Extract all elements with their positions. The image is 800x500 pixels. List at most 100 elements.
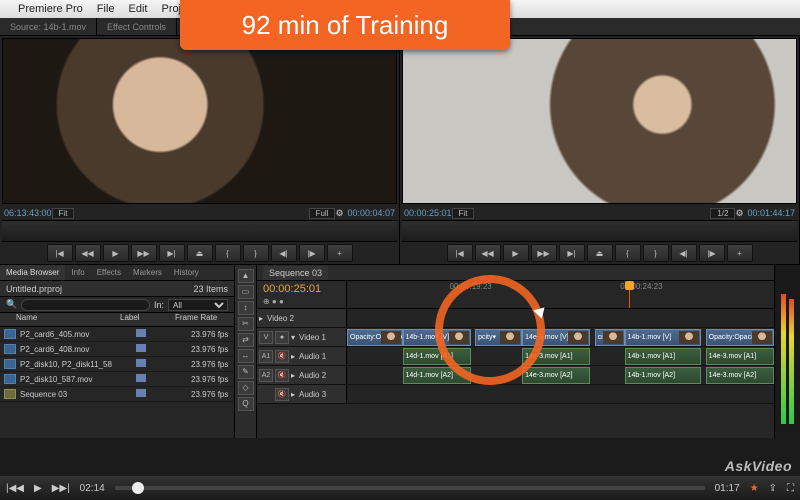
menu-project[interactable]: Proj [162, 3, 182, 15]
filter-in-select[interactable]: All [168, 299, 228, 311]
transport-button-8[interactable]: ◀| [671, 244, 697, 262]
star-icon[interactable]: ★ [750, 483, 759, 494]
tool-2[interactable]: ↕ [238, 301, 254, 315]
transport-button-7[interactable]: } [243, 244, 269, 262]
project-item[interactable]: P2_disk10, P2_disk11_5823.976 fps [0, 357, 234, 372]
source-res[interactable]: Full [309, 208, 336, 219]
timeline-clip[interactable]: 14e-3.mov [V] [522, 329, 590, 346]
playhead[interactable] [629, 281, 630, 308]
source-scrub-bar[interactable] [2, 220, 397, 242]
mute-button[interactable]: 🔇 [275, 369, 289, 382]
source-video[interactable] [2, 38, 397, 204]
transport-button-3[interactable]: ▶▶ [131, 244, 157, 262]
program-res[interactable]: 1/2 [710, 208, 735, 219]
settings-icon[interactable]: ⚙ [735, 208, 747, 219]
col-name[interactable]: Name [0, 313, 120, 326]
tool-4[interactable]: ⇄ [238, 333, 254, 347]
settings-icon[interactable]: ⚙ [335, 208, 347, 219]
mute-button[interactable]: 🔇 [275, 388, 289, 401]
tool-8[interactable]: Q [238, 397, 254, 411]
timeline-clip[interactable]: 14d-1.mov [A1] [403, 348, 471, 365]
transport-button-1[interactable]: ◀◀ [75, 244, 101, 262]
transport-button-8[interactable]: ◀| [271, 244, 297, 262]
timeline-timecode[interactable]: 00:00:25:01 [263, 283, 346, 295]
transport-button-4[interactable]: ▶| [159, 244, 185, 262]
progress-knob[interactable] [132, 482, 144, 494]
timeline-clip[interactable]: 14e-3.mov [A2] [522, 367, 590, 384]
tool-1[interactable]: ▭ [238, 285, 254, 299]
transport-button-7[interactable]: } [643, 244, 669, 262]
tool-7[interactable]: ◇ [238, 381, 254, 395]
transport-button-6[interactable]: { [615, 244, 641, 262]
disclosure-icon[interactable]: ▾ [291, 333, 295, 342]
timeline-clip[interactable]: 14b-1.mov [A2] [625, 367, 702, 384]
timeline-clip[interactable]: 14e-3.mov [A1] [706, 348, 774, 365]
timeline-clip[interactable]: 14b-1.mov [V] [403, 329, 471, 346]
timeline-ruler[interactable]: 00:00:19:23 00:00:24:23 [347, 281, 774, 308]
transport-button-5[interactable]: ⏏ [187, 244, 213, 262]
transport-button-1[interactable]: ◀◀ [475, 244, 501, 262]
project-search-input[interactable] [21, 299, 150, 311]
program-zoom[interactable]: Fit [452, 208, 475, 219]
timeline-opts[interactable]: ⊕ ● ● [263, 297, 346, 306]
menu-edit[interactable]: Edit [129, 3, 148, 15]
program-scrub-bar[interactable] [402, 220, 797, 242]
timeline-clip[interactable]: city▾ [595, 329, 625, 346]
project-item[interactable]: P2_card6_405.mov23.976 fps [0, 327, 234, 342]
transport-button-10[interactable]: + [327, 244, 353, 262]
timeline-clip[interactable]: Opacity:Opacity▾ [347, 329, 403, 346]
col-framerate[interactable]: Frame Rate [175, 313, 234, 326]
timeline-clip[interactable]: Opacity:Opacity▾ [706, 329, 774, 346]
fullscreen-icon[interactable]: ⛶ [787, 483, 794, 494]
timeline-clip[interactable]: 14d-1.mov [A2] [403, 367, 471, 384]
tool-0[interactable]: ▲ [238, 269, 254, 283]
transport-button-2[interactable]: ▶ [503, 244, 529, 262]
player-play-button[interactable]: ▶ [34, 483, 42, 494]
transport-button-5[interactable]: ⏏ [587, 244, 613, 262]
tab-markers[interactable]: Markers [127, 265, 168, 280]
project-item[interactable]: P2_card6_408.mov23.976 fps [0, 342, 234, 357]
tab-history[interactable]: History [168, 265, 205, 280]
track-target-v[interactable]: V [259, 331, 273, 344]
mute-button[interactable]: 🔇 [275, 350, 289, 363]
program-video[interactable] [402, 38, 797, 204]
timeline-clip[interactable]: pcity▾ [475, 329, 522, 346]
disclosure-icon[interactable]: ▸ [259, 314, 263, 323]
project-item[interactable]: P2_disk10_587.mov23.976 fps [0, 372, 234, 387]
transport-button-0[interactable]: |◀ [47, 244, 73, 262]
timeline-clip[interactable]: 14e-3.mov [A2] [706, 367, 774, 384]
timeline-clip[interactable]: 14e-3.mov [A1] [522, 348, 590, 365]
tool-5[interactable]: ↔ [238, 349, 254, 363]
source-zoom[interactable]: Fit [52, 208, 75, 219]
transport-button-9[interactable]: |▶ [699, 244, 725, 262]
player-prev-button[interactable]: |◀◀ [6, 483, 24, 494]
transport-button-4[interactable]: ▶| [559, 244, 585, 262]
transport-button-0[interactable]: |◀ [447, 244, 473, 262]
transport-button-10[interactable]: + [727, 244, 753, 262]
tab-source[interactable]: Source: 14b-1.mov [0, 18, 97, 36]
share-icon[interactable]: ⇪ [769, 483, 777, 494]
disclosure-icon[interactable]: ▸ [291, 352, 295, 361]
track-target-a1[interactable]: A1 [259, 350, 273, 363]
project-item[interactable]: Sequence 0323.976 fps [0, 387, 234, 402]
disclosure-icon[interactable]: ▸ [291, 371, 295, 380]
player-next-button[interactable]: ▶▶| [52, 483, 70, 494]
transport-button-3[interactable]: ▶▶ [531, 244, 557, 262]
tab-effect-controls[interactable]: Effect Controls [97, 18, 177, 36]
sequence-tab[interactable]: Sequence 03 [263, 266, 328, 280]
transport-button-9[interactable]: |▶ [299, 244, 325, 262]
tool-6[interactable]: ✎ [238, 365, 254, 379]
eye-icon[interactable]: ● [275, 331, 289, 344]
timeline-clip[interactable]: 14b-1.mov [A1] [625, 348, 702, 365]
menu-app[interactable]: Premiere Pro [18, 3, 83, 15]
tab-media-browser[interactable]: Media Browser [0, 265, 65, 280]
tab-effects[interactable]: Effects [91, 265, 127, 280]
transport-button-2[interactable]: ▶ [103, 244, 129, 262]
track-target-a2[interactable]: A2 [259, 369, 273, 382]
col-label[interactable]: Label [120, 313, 175, 326]
player-progress[interactable] [115, 486, 705, 490]
timeline-clip[interactable]: 14b-1.mov [V] [625, 329, 702, 346]
menu-file[interactable]: File [97, 3, 115, 15]
transport-button-6[interactable]: { [215, 244, 241, 262]
tool-3[interactable]: ✂ [238, 317, 254, 331]
